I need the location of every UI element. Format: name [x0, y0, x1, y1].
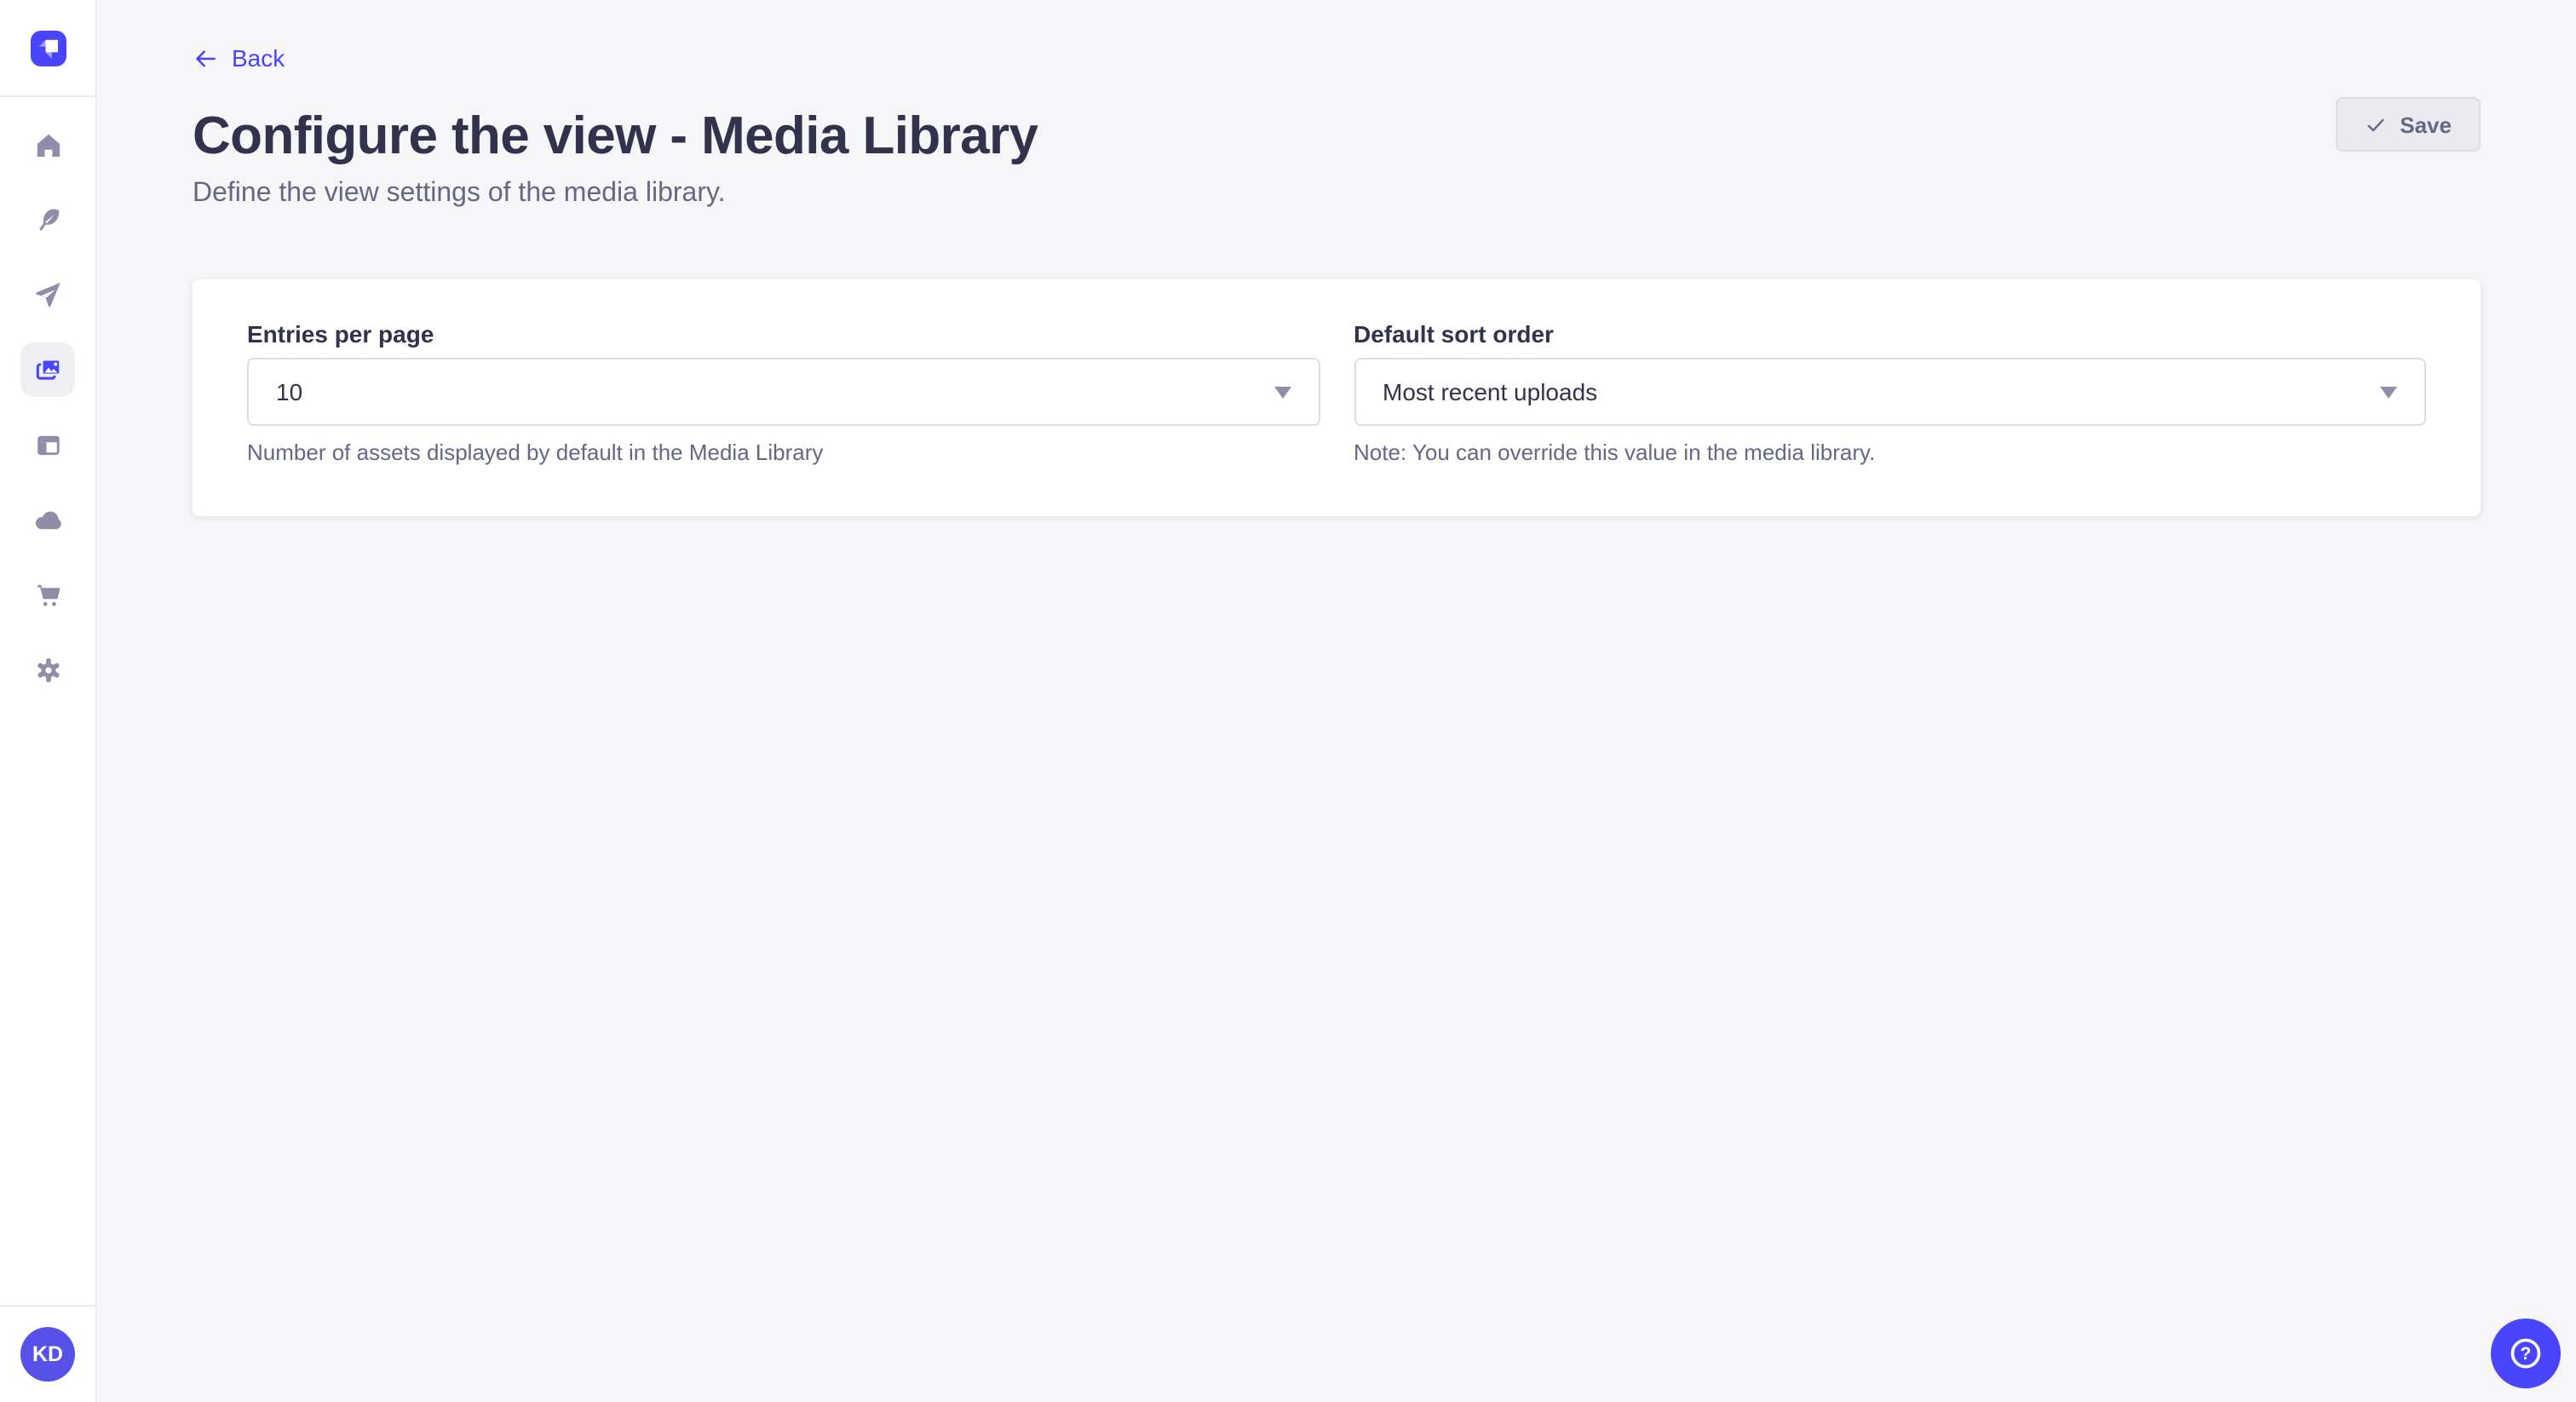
entries-per-page-label: Entries per page [247, 319, 1320, 347]
field-entries-per-page: Entries per page 10 Number of assets dis… [247, 319, 1320, 488]
avatar-section: KD [0, 1305, 95, 1402]
arrow-left-icon [193, 45, 218, 71]
sidebar-item-media-library[interactable] [20, 342, 75, 397]
images-icon [32, 353, 64, 386]
strapi-logo-icon [30, 30, 66, 66]
app-viewport: KD Back Configure the view - Media Libra… [0, 0, 2576, 1402]
default-sort-order-value: Most recent uploads [1383, 377, 1597, 405]
main-content: Back Configure the view - Media Library … [97, 0, 2576, 1402]
entries-per-page-hint: Number of assets displayed by default in… [247, 439, 1320, 466]
entries-per-page-select[interactable]: 10 [247, 357, 1320, 425]
sidebar-nav [20, 97, 75, 697]
question-mark-icon: ? [2506, 1334, 2545, 1373]
save-button[interactable]: Save [2335, 97, 2481, 152]
strapi-logo-button[interactable] [30, 30, 66, 66]
sidebar-item-content-type-builder[interactable] [20, 417, 75, 472]
page-header: Back Configure the view - Media Library … [97, 0, 2576, 209]
default-sort-order-select[interactable]: Most recent uploads [1354, 357, 2426, 425]
entries-per-page-value: 10 [276, 377, 302, 405]
sidebar-item-content-manager[interactable] [20, 192, 75, 247]
save-label: Save [2400, 112, 2452, 137]
default-sort-order-label: Default sort order [1354, 319, 2426, 347]
sidebar: KD [0, 0, 97, 1402]
logo-section [0, 0, 95, 97]
sidebar-item-settings[interactable] [20, 642, 75, 697]
caret-down-icon [1274, 386, 1291, 398]
svg-text:?: ? [2521, 1344, 2532, 1364]
gear-icon [32, 653, 64, 686]
sidebar-item-releases[interactable] [20, 267, 75, 322]
feather-icon [32, 204, 64, 236]
default-sort-order-hint: Note: You can override this value in the… [1354, 439, 2426, 466]
paper-plane-icon [32, 279, 64, 311]
cloud-icon [32, 503, 64, 536]
field-default-sort-order: Default sort order Most recent uploads N… [1354, 319, 2426, 488]
settings-card: Entries per page 10 Number of assets dis… [193, 279, 2481, 515]
sidebar-item-cloud[interactable] [20, 492, 75, 547]
layout-icon [32, 428, 64, 461]
home-icon [32, 129, 64, 161]
sidebar-item-home[interactable] [20, 118, 75, 172]
back-link[interactable]: Back [193, 44, 285, 72]
avatar[interactable]: KD [20, 1327, 75, 1382]
back-label: Back [232, 44, 285, 72]
cart-icon [32, 578, 64, 611]
page-subtitle: Define the view settings of the media li… [193, 178, 2481, 209]
page-title: Configure the view - Media Library [193, 103, 2481, 168]
sidebar-item-marketplace[interactable] [20, 567, 75, 622]
help-button[interactable]: ? [2491, 1319, 2561, 1388]
caret-down-icon [2380, 386, 2397, 398]
check-icon [2364, 113, 2386, 135]
